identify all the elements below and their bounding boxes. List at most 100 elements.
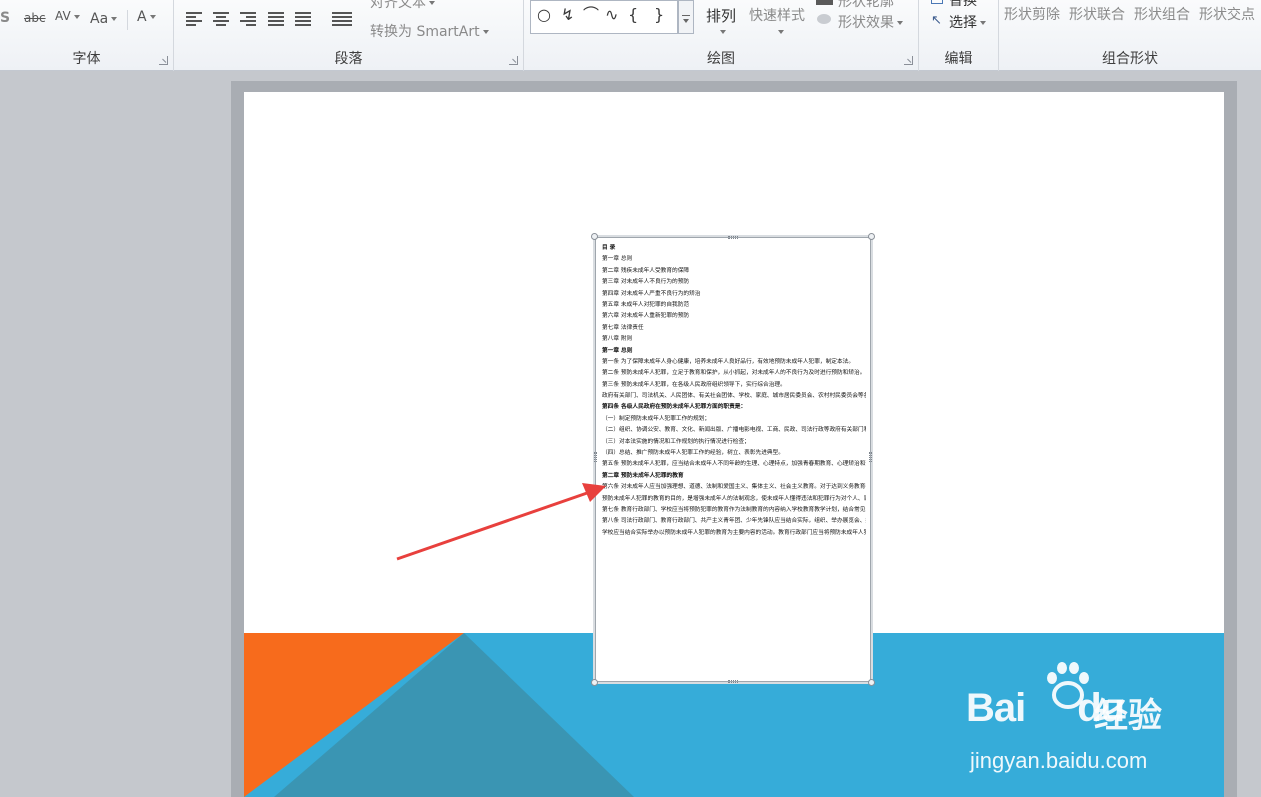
- shape-union-button[interactable]: 形状联合: [1069, 4, 1125, 24]
- chevron-down-icon: [482, 30, 489, 34]
- text-line: 第七条 教育行政部门、学校应当将预防犯罪的教育作为法制教育的内容纳入学校教育教学…: [602, 506, 866, 513]
- justify-icon[interactable]: [268, 12, 284, 26]
- change-case-button[interactable]: Aa: [90, 11, 118, 27]
- lightning-shape-icon[interactable]: ↯: [561, 7, 574, 23]
- text-line: 第五章 未成年人对犯罪的自我防范: [602, 301, 690, 308]
- align-center-icon[interactable]: [213, 12, 229, 26]
- editing-group-label: 编辑: [944, 51, 973, 67]
- resize-handle-left[interactable]: [594, 452, 597, 462]
- drawing-dialog-launcher-icon[interactable]: [904, 56, 913, 65]
- align-right-icon[interactable]: [240, 12, 256, 26]
- text-line: 第二章 残疾未成年人受教育的保障: [602, 267, 690, 274]
- chevron-down-icon: [149, 15, 156, 19]
- chevron-down-icon: [778, 30, 784, 34]
- text-line: （三）对本法实施的情况和工作规划的执行情况进行检查；: [602, 438, 750, 445]
- text-line: 第二章 预防未成年人犯罪的教育: [602, 472, 684, 479]
- convert-smartart-label: 转换为 SmartArt: [370, 24, 480, 40]
- replace-icon[interactable]: [931, 0, 943, 4]
- gallery-more-icon: [682, 15, 690, 23]
- text-line: 第五条 预防未成年人犯罪，应当结合未成年人不同年龄的生理、心理特点，加强青春期教…: [602, 461, 866, 468]
- combine-shapes-group-label: 组合形状: [1102, 51, 1158, 67]
- spacing-sample: AV: [55, 9, 71, 23]
- select-button[interactable]: 选择: [949, 12, 986, 32]
- strikethrough-button[interactable]: abc: [24, 11, 46, 25]
- left-brace-shape-icon[interactable]: {: [628, 7, 638, 23]
- editing-group: 替换 ↖ 选择 编辑: [919, 0, 999, 71]
- chevron-down-icon: [980, 21, 986, 25]
- resize-handle-bottom-right[interactable]: [868, 679, 875, 686]
- freeform-shape-icon[interactable]: ○: [537, 7, 551, 23]
- chevron-down-icon: [73, 14, 80, 19]
- text-line: 第六章 对未成年人重新犯罪的预防: [602, 313, 690, 320]
- text-line: 第七章 法律责任: [602, 324, 644, 331]
- text-line: 第八条 司法行政部门、教育行政部门、共产主义青年团、少年先锋队应当结合实际，组织…: [602, 518, 866, 525]
- text-line: （四）总结、推广预防未成年人犯罪工作的经验，树立、表彰先进典型。: [602, 450, 784, 457]
- text-line: 预防未成年人犯罪的教育的目的，是增强未成年人的法制观念，使未成年人懂得违法和犯罪…: [602, 495, 866, 502]
- cursor-arrow-icon: ↖: [931, 13, 942, 28]
- text-line: 政府有关部门、司法机关、人民团体、有关社会团体、学校、家庭、城市居民委员会、农村…: [602, 393, 866, 400]
- shape-effects-label: 形状效果: [838, 15, 894, 31]
- replace-button[interactable]: 替换: [949, 0, 977, 10]
- chevron-down-icon: [111, 17, 118, 21]
- align-left-icon[interactable]: [186, 12, 202, 26]
- text-line: 第三章 对未成年人不良行为的预防: [602, 279, 690, 286]
- select-label: 选择: [949, 15, 977, 31]
- resize-handle-right[interactable]: [869, 452, 872, 462]
- font-group-label: 字体: [72, 51, 101, 67]
- shape-combine-button[interactable]: 形状组合: [1134, 4, 1190, 24]
- resize-handle-top[interactable]: [728, 236, 738, 239]
- ribbon: S abc AV Aa A 字体 对齐文本 转换为 SmartArt 段落 绘图…: [0, 0, 1261, 71]
- text-line: 第八章 附则: [602, 336, 633, 343]
- shape-subtract-button[interactable]: 形状剪除: [1004, 4, 1060, 24]
- convert-smartart-button[interactable]: 转换为 SmartArt: [370, 21, 489, 41]
- font-color-sample: A: [137, 9, 147, 25]
- text-line: 第六条 对未成年人应当加强理想、道德、法制和爱国主义、集体主义、社会主义教育。对…: [602, 484, 866, 491]
- resize-handle-top-left[interactable]: [591, 233, 598, 240]
- chevron-down-icon: [720, 30, 726, 34]
- shape-effects-button[interactable]: 形状效果: [838, 12, 903, 32]
- wave-shape-icon[interactable]: ∿: [605, 7, 618, 23]
- resize-handle-top-right[interactable]: [868, 233, 875, 240]
- shapes-gallery-more-button[interactable]: [678, 0, 694, 34]
- shape-effects-icon[interactable]: [817, 14, 831, 24]
- shape-outline-icon[interactable]: [816, 0, 833, 5]
- align-text-label: 对齐文本: [370, 0, 426, 11]
- resize-handle-bottom[interactable]: [728, 680, 738, 683]
- shape-intersect-button[interactable]: 形状交点: [1199, 4, 1255, 24]
- separator: [127, 10, 128, 30]
- baidu-logo-part1: Bai: [966, 686, 1026, 730]
- paragraph-group: 对齐文本 转换为 SmartArt 段落: [174, 0, 524, 71]
- text-line: （一）制定预防未成年人犯罪工作的规划；: [602, 415, 711, 422]
- arrange-button[interactable]: 排列: [706, 5, 736, 26]
- character-spacing-button[interactable]: AV: [55, 9, 80, 23]
- text-line: 第四条 各级人民政府在预防未成年人犯罪方面的职责是：: [602, 404, 747, 411]
- distributed-icon[interactable]: [295, 12, 311, 26]
- arc-shape-icon[interactable]: ⌒: [583, 7, 599, 23]
- text-box-content[interactable]: 目 录第一章 总则 第二章 残疾未成年人受教育的保障 第三章 对未成年人不良行为的预…: [602, 243, 866, 678]
- text-line: 第四章 对未成年人严重不良行为的矫治: [602, 290, 701, 297]
- text-line: 第一章 总则: [602, 347, 633, 354]
- text-line: 学校应当结合实际举办以预防未成年人犯罪的教育为主要内容的活动。教育行政部门应当将…: [602, 529, 866, 536]
- text-line: 第二条 预防未成年人犯罪，立足于教育和保护，从小抓起，对未成年人的不良行为及时进…: [602, 370, 866, 377]
- resize-handle-bottom-left[interactable]: [591, 679, 598, 686]
- text-line: 第三条 预防未成年人犯罪，在各级人民政府组织领导下，实行综合治理。: [602, 381, 786, 388]
- shape-outline-button[interactable]: 形状轮廓: [838, 0, 894, 11]
- font-group: S abc AV Aa A 字体: [0, 0, 174, 71]
- combine-shapes-group: 形状剪除 形状联合 形状组合 形状交点 组合形状: [999, 0, 1261, 71]
- columns-icon[interactable]: [332, 12, 352, 26]
- text-line: 第一条 为了保障未成年人身心健康，培养未成年人良好品行，有效地预防未成年人犯罪，…: [602, 358, 855, 365]
- shadow-text-button[interactable]: S: [0, 10, 10, 26]
- selected-text-box[interactable]: 目 录第一章 总则 第二章 残疾未成年人受教育的保障 第三章 对未成年人不良行为的预…: [591, 233, 875, 686]
- paragraph-dialog-launcher-icon[interactable]: [509, 56, 518, 65]
- font-color-button[interactable]: A: [137, 9, 156, 25]
- right-brace-shape-icon[interactable]: }: [654, 7, 664, 23]
- font-dialog-launcher-icon[interactable]: [159, 56, 168, 65]
- text-line: 目 录: [602, 245, 616, 251]
- drawing-group-label: 绘图: [707, 51, 735, 67]
- text-line: 第一章 总则: [602, 256, 633, 263]
- align-text-button[interactable]: 对齐文本: [370, 0, 435, 12]
- chevron-down-icon: [897, 21, 903, 25]
- jingyan-text: 经验: [1094, 697, 1162, 735]
- shapes-gallery[interactable]: ○ ↯ ⌒ ∿ { }: [530, 0, 678, 34]
- quick-styles-button[interactable]: 快速样式: [749, 5, 805, 25]
